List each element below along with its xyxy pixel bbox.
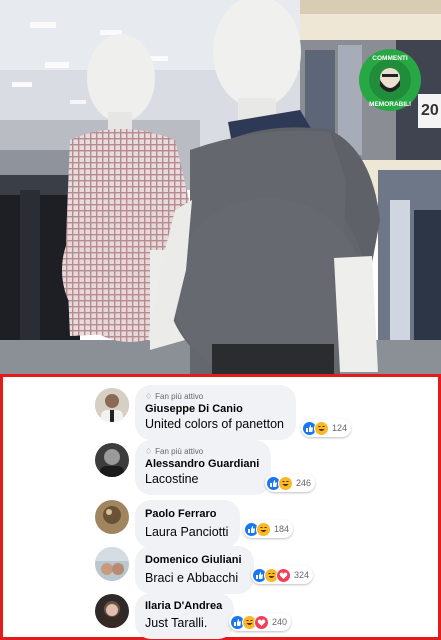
svg-text:MEMORABILI: MEMORABILI [369, 101, 411, 108]
comment-text: Just Taralli. [145, 616, 208, 630]
avatar[interactable] [95, 388, 129, 422]
comment-bubble: ♢ Fan più attivo Alessandro Guardiani Lac… [135, 440, 272, 495]
reaction-summary[interactable]: 184 [243, 520, 294, 538]
fan-badge-icon: ♢ [145, 392, 153, 401]
comment-text: Lacostine [145, 472, 199, 486]
svg-text:COMMENTI: COMMENTI [372, 55, 408, 62]
avatar[interactable] [95, 547, 129, 581]
reaction-count: 124 [332, 423, 348, 433]
avatar[interactable] [95, 594, 129, 628]
commenter-name[interactable]: Alessandro Guardiani [145, 457, 259, 471]
love-icon [254, 614, 269, 630]
comment-bubble: Domenico Giuliani Braci e Abbacchi [135, 546, 254, 594]
comment-bubble: Ilaria D'Andrea Just Taralli. [135, 593, 235, 639]
reaction-summary[interactable]: 240 [229, 613, 292, 631]
haha-icon [314, 420, 329, 436]
comment-bubble: ♢ Fan più attivo Giuseppe Di Canio United… [135, 385, 296, 440]
commenter-name[interactable]: Giuseppe Di Canio [145, 402, 284, 416]
reaction-count: 240 [272, 617, 288, 627]
comment-text: Braci e Abbacchi [145, 571, 239, 585]
commenter-name[interactable]: Ilaria D'Andrea [145, 599, 222, 613]
reaction-count: 246 [296, 478, 312, 488]
reaction-count: 184 [274, 524, 290, 534]
store-photo: 20 COMMENTI MEMORABILI [0, 0, 441, 374]
commenti-memorabili-logo: COMMENTI MEMORABILI [358, 48, 422, 112]
haha-icon [278, 475, 293, 491]
commenter-name[interactable]: Domenico Giuliani [145, 553, 242, 567]
haha-icon [256, 521, 271, 537]
reaction-count: 324 [294, 570, 310, 580]
fan-label: Fan più attivo [155, 447, 204, 456]
avatar[interactable] [95, 443, 129, 477]
fan-badge-icon: ♢ [145, 447, 153, 456]
love-icon [276, 567, 291, 583]
comment-text: United colors of panetton [145, 417, 284, 431]
avatar[interactable] [95, 500, 129, 534]
reaction-summary[interactable]: 124 [301, 419, 352, 437]
comments-panel: ♢ Fan più attivo Giuseppe Di Canio United… [0, 374, 441, 640]
commenter-name[interactable]: Paolo Ferraro [145, 507, 228, 521]
comment-text: Laura Panciotti [145, 525, 229, 539]
fan-label: Fan più attivo [155, 392, 204, 401]
comment-bubble: Paolo Ferraro Laura Panciotti [135, 500, 241, 548]
reaction-summary[interactable]: 246 [265, 474, 316, 492]
reaction-summary[interactable]: 324 [251, 566, 314, 584]
